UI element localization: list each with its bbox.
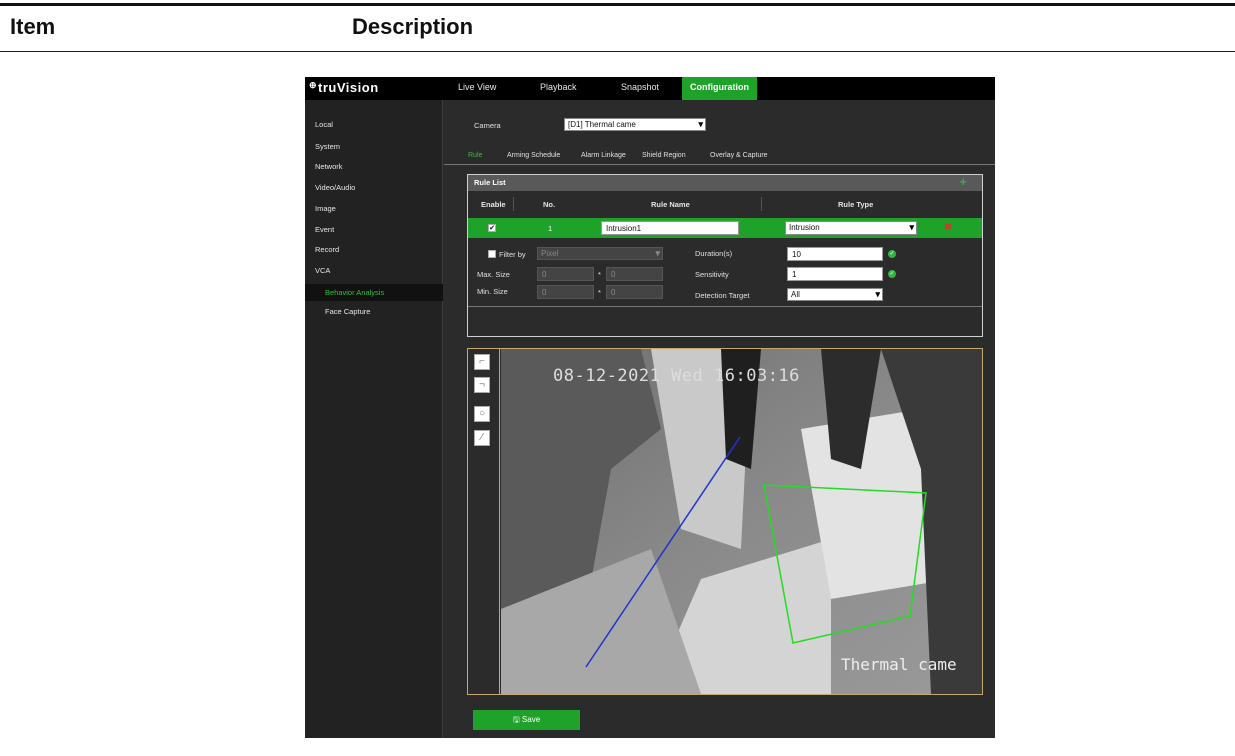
- filter-by-checkbox[interactable]: [488, 250, 496, 258]
- col-rule-name: Rule Name: [651, 200, 690, 209]
- rule-type-select[interactable]: Intrusion ▾: [785, 221, 917, 235]
- top-nav-bar: ⊕truVision Live View Playback Snapshot C…: [305, 77, 995, 100]
- tab-alarm-linkage[interactable]: Alarm Linkage: [581, 152, 626, 159]
- max-size-label: Max. Size: [477, 270, 510, 279]
- sidebar-item-event[interactable]: Event: [315, 225, 334, 234]
- detection-target-select[interactable]: All ▾: [787, 288, 883, 301]
- main-content: Camera [D1] Thermal came ▾ Rule Arming S…: [444, 100, 995, 738]
- rule-number: 1: [548, 224, 553, 233]
- check-circle-icon: ✓: [888, 250, 896, 258]
- sensitivity-input[interactable]: 1: [787, 267, 883, 281]
- rule-row[interactable]: ✔ 1 Intrusion1 Intrusion ▾ ✖: [468, 218, 982, 238]
- drawing-toolbar: ⌐ ¬ ○ ∕: [468, 349, 500, 694]
- brand-logo: ⊕truVision: [309, 80, 379, 95]
- osd-timestamp: 08-12-2021 Wed 16:03:16: [553, 366, 800, 386]
- delete-rule-icon[interactable]: ✖: [944, 222, 952, 233]
- save-button[interactable]: 🖫 Save: [473, 710, 580, 730]
- rule-type-value: Intrusion: [789, 223, 820, 232]
- nav-playback[interactable]: Playback: [540, 77, 577, 100]
- sidebar-item-record[interactable]: Record: [315, 245, 339, 254]
- detection-target-value: All: [791, 290, 800, 299]
- col-divider: [761, 197, 762, 211]
- doc-table-header: Item Description: [0, 14, 1235, 44]
- col-header-description: Description: [352, 14, 474, 39]
- col-header-item: Item: [10, 14, 56, 39]
- min-height-input[interactable]: 0: [606, 285, 663, 299]
- sidebar-item-local[interactable]: Local: [315, 120, 333, 129]
- sidebar-item-video-audio[interactable]: Video/Audio: [315, 183, 355, 192]
- duration-label: Duration(s): [695, 249, 733, 258]
- times-sign: *: [598, 270, 601, 279]
- nav-live-view[interactable]: Live View: [458, 77, 496, 100]
- chevron-down-icon: ▾: [698, 119, 703, 129]
- doc-header-rule: [0, 51, 1235, 52]
- draw-area-icon[interactable]: ⌐: [474, 354, 490, 370]
- rule-name-input[interactable]: Intrusion1: [601, 221, 739, 235]
- min-width-input[interactable]: 0: [537, 285, 594, 299]
- camera-select-value: [D1] Thermal came: [568, 120, 636, 129]
- col-no: No.: [543, 200, 556, 209]
- min-size-label: Min. Size: [477, 287, 508, 296]
- rule-list-columns: Enable No. Rule Name Rule Type: [468, 191, 982, 218]
- sidebar-item-face-capture[interactable]: Face Capture: [325, 307, 370, 316]
- video-preview[interactable]: ⌐ ¬ ○ ∕ 08-12-2021 Wed 16:03:16 Thermal …: [467, 348, 983, 695]
- circle-icon[interactable]: ○: [474, 406, 490, 422]
- rule-list-panel: Rule List + Enable No. Rule Name Rule Ty…: [467, 174, 983, 337]
- max-height-input[interactable]: 0: [606, 267, 663, 281]
- col-enable: Enable: [481, 200, 506, 209]
- col-rule-type: Rule Type: [838, 200, 874, 209]
- sidebar-item-network[interactable]: Network: [315, 162, 343, 171]
- nav-configuration[interactable]: Configuration: [682, 77, 757, 100]
- times-sign: *: [598, 288, 601, 297]
- sidebar-item-image[interactable]: Image: [315, 204, 336, 213]
- thermal-camera-feed[interactable]: 08-12-2021 Wed 16:03:16 Thermal came: [501, 349, 982, 694]
- save-label: Save: [521, 715, 541, 724]
- filter-by-value: Pixel: [541, 249, 559, 258]
- logo-text: truVision: [318, 80, 379, 95]
- chevron-down-icon: ▾: [909, 222, 914, 232]
- max-width-input[interactable]: 0: [537, 267, 594, 281]
- logo-badge-icon: ⊕: [309, 80, 318, 90]
- sidebar-item-system[interactable]: System: [315, 142, 340, 151]
- chevron-down-icon: ▾: [655, 248, 660, 258]
- filter-divider: [468, 306, 982, 307]
- chevron-down-icon: ▾: [875, 289, 880, 299]
- camera-select[interactable]: [D1] Thermal came ▾: [564, 118, 706, 131]
- osd-camera-name: Thermal came: [841, 655, 957, 674]
- enable-checkbox[interactable]: ✔: [488, 224, 496, 232]
- col-divider: [513, 197, 514, 211]
- clear-icon[interactable]: ∕: [474, 430, 490, 446]
- sensitivity-label: Sensitivity: [695, 270, 729, 279]
- app-window: ⊕truVision Live View Playback Snapshot C…: [305, 77, 995, 738]
- doc-top-rule: [0, 3, 1235, 6]
- rule-list-title: Rule List: [474, 178, 506, 187]
- tab-arming-schedule[interactable]: Arming Schedule: [507, 152, 560, 159]
- tab-rule[interactable]: Rule: [468, 152, 482, 159]
- filter-by-label: Filter by: [499, 250, 526, 259]
- rule-list-header: Rule List +: [468, 175, 982, 191]
- sub-tab-bar: Rule Arming Schedule Alarm Linkage Shiel…: [444, 145, 995, 165]
- detection-target-label: Detection Target: [695, 291, 750, 300]
- thermal-scene-image: [501, 349, 982, 694]
- sidebar: Local System Network Video/Audio Image E…: [305, 100, 443, 738]
- filter-by-select[interactable]: Pixel ▾: [537, 247, 663, 260]
- camera-label: Camera: [474, 121, 501, 130]
- sidebar-item-vca[interactable]: VCA: [315, 266, 330, 275]
- tab-shield-region[interactable]: Shield Region: [642, 152, 686, 159]
- save-icon: 🖫: [512, 715, 522, 724]
- nav-snapshot[interactable]: Snapshot: [621, 77, 659, 100]
- sidebar-item-behavior-analysis[interactable]: Behavior Analysis: [325, 288, 384, 297]
- add-rule-button[interactable]: +: [959, 175, 967, 189]
- tab-overlay-capture[interactable]: Overlay & Capture: [710, 152, 768, 159]
- draw-line-icon[interactable]: ¬: [474, 377, 490, 393]
- check-circle-icon: ✓: [888, 270, 896, 278]
- duration-input[interactable]: 10: [787, 247, 883, 261]
